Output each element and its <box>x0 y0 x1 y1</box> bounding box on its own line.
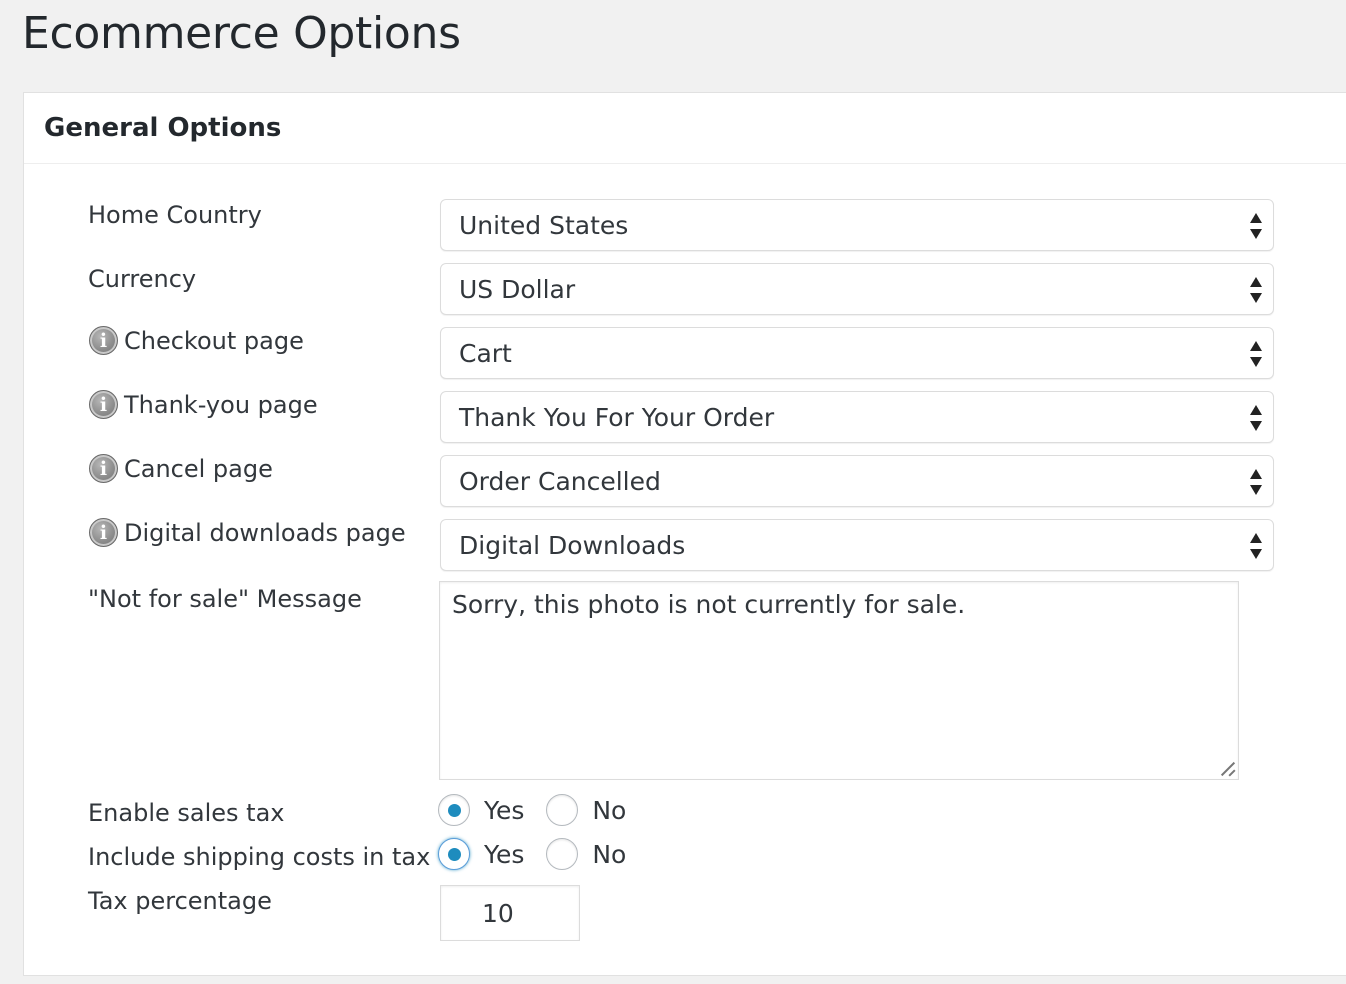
home-country-label: Home Country <box>88 201 262 229</box>
checkout-page-select[interactable]: Cart <box>440 327 1274 379</box>
select-arrows-icon <box>1250 405 1262 431</box>
enable-sales-tax-label: Enable sales tax <box>88 799 285 827</box>
select-arrows-icon <box>1250 213 1262 239</box>
select-arrows-icon <box>1250 469 1262 495</box>
include-shipping-radio-group: Yes No <box>438 838 626 870</box>
digital-downloads-page-value: Digital Downloads <box>459 530 686 560</box>
checkout-page-value: Cart <box>459 338 512 368</box>
thank-you-page-label: Thank-you page <box>124 390 318 419</box>
digital-downloads-page-label-row: i Digital downloads page <box>88 518 406 547</box>
include-shipping-yes-label[interactable]: Yes <box>484 840 524 869</box>
select-arrows-icon <box>1250 341 1262 367</box>
currency-label: Currency <box>88 265 197 293</box>
cancel-page-value: Order Cancelled <box>459 466 661 496</box>
info-icon[interactable]: i <box>89 518 118 547</box>
checkout-page-label: Checkout page <box>124 326 304 355</box>
page-title: Ecommerce Options <box>22 8 461 59</box>
general-options-panel: General Options Home Country United Stat… <box>23 92 1346 976</box>
panel-header: General Options <box>24 93 1346 164</box>
include-shipping-label: Include shipping costs in tax <box>88 843 431 871</box>
enable-sales-tax-yes-label[interactable]: Yes <box>484 796 524 825</box>
checkout-page-label-row: i Checkout page <box>88 326 304 355</box>
enable-sales-tax-no-label[interactable]: No <box>592 796 626 825</box>
thank-you-page-select[interactable]: Thank You For Your Order <box>440 391 1274 443</box>
cancel-page-select[interactable]: Order Cancelled <box>440 455 1274 507</box>
home-country-select[interactable]: United States <box>440 199 1274 251</box>
cancel-page-label-row: i Cancel page <box>88 454 273 483</box>
info-icon[interactable]: i <box>89 390 118 419</box>
select-arrows-icon <box>1250 533 1262 559</box>
digital-downloads-page-label: Digital downloads page <box>124 518 406 547</box>
info-icon[interactable]: i <box>89 326 118 355</box>
include-shipping-no-radio[interactable] <box>546 838 579 870</box>
include-shipping-no-label[interactable]: No <box>592 840 626 869</box>
not-for-sale-label: "Not for sale" Message <box>88 585 362 613</box>
enable-sales-tax-radio-group: Yes No <box>438 794 626 826</box>
currency-select[interactable]: US Dollar <box>440 263 1274 315</box>
thank-you-page-label-row: i Thank-you page <box>88 390 318 419</box>
digital-downloads-page-select[interactable]: Digital Downloads <box>440 519 1274 571</box>
tax-percentage-value: 10 <box>482 898 514 928</box>
panel-title: General Options <box>44 113 282 143</box>
resize-handle-icon[interactable] <box>1221 762 1235 776</box>
enable-sales-tax-no-radio[interactable] <box>546 794 579 826</box>
tax-percentage-label: Tax percentage <box>88 887 272 915</box>
info-icon[interactable]: i <box>89 454 118 483</box>
not-for-sale-text: Sorry, this photo is not currently for s… <box>452 590 966 619</box>
home-country-value: United States <box>459 210 629 240</box>
not-for-sale-textarea[interactable]: Sorry, this photo is not currently for s… <box>439 581 1239 780</box>
include-shipping-yes-radio[interactable] <box>438 838 470 870</box>
select-arrows-icon <box>1250 277 1262 303</box>
currency-value: US Dollar <box>459 274 576 304</box>
enable-sales-tax-yes-radio[interactable] <box>438 794 470 826</box>
thank-you-page-value: Thank You For Your Order <box>459 402 775 432</box>
tax-percentage-input[interactable]: 10 <box>440 885 580 941</box>
cancel-page-label: Cancel page <box>124 454 273 483</box>
